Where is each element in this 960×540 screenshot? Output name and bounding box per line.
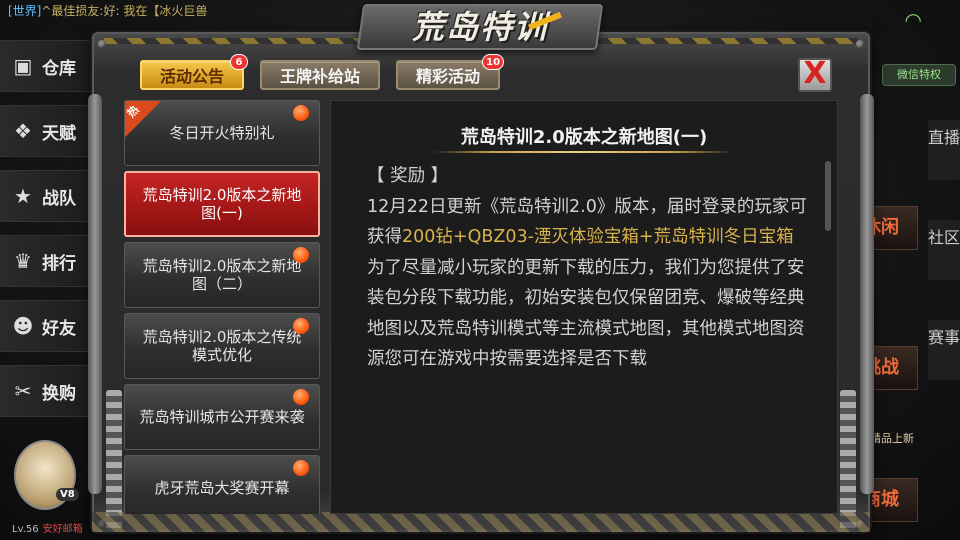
menu-label: 好友 bbox=[42, 318, 76, 339]
trophy-icon: ♛ bbox=[14, 249, 32, 273]
player-level: Lv.56 安好邮箱 bbox=[12, 520, 83, 535]
content-title: 荒岛特训2.0版本之新地图(一) bbox=[460, 127, 708, 148]
tab-live[interactable]: 直播 bbox=[928, 120, 960, 180]
status-text: 安好邮箱 bbox=[42, 524, 83, 535]
frame-pipe-right bbox=[860, 94, 874, 494]
download-paragraph: 为了尽量减小玩家的更新下载的压力，我们为您提供了安装包分段下载功能，初始安装包仅… bbox=[367, 257, 805, 370]
menu-label: 换购 bbox=[42, 383, 76, 404]
exchange-icon: ✂ bbox=[14, 379, 32, 403]
chat-text: ^最佳损友:好: 我在【冰火巨兽 bbox=[41, 4, 208, 18]
list-item[interactable]: 虎牙荒岛大奖赛开幕 bbox=[124, 455, 320, 514]
content-body: 【 奖励 】 12月22日更新《荒岛特训2.0》版本，届时登录的玩家可获得200… bbox=[367, 161, 807, 375]
tab-label: 王牌补给站 bbox=[280, 67, 361, 86]
section-heading: 【 奖励 】 bbox=[367, 166, 449, 186]
rivet bbox=[98, 40, 106, 48]
menu-label: 战队 bbox=[42, 188, 76, 209]
tab-badge: 6 bbox=[230, 54, 249, 70]
close-button[interactable]: X bbox=[798, 58, 832, 92]
new-dot-icon bbox=[293, 318, 309, 334]
list-item-label: 荒岛特训城市公开赛来袭 bbox=[139, 408, 305, 426]
hot-label: 热 bbox=[124, 103, 142, 121]
tab-label: 精彩活动 bbox=[416, 67, 481, 86]
tab-community[interactable]: 社区 bbox=[928, 220, 960, 280]
content-scrollbar[interactable] bbox=[825, 161, 831, 231]
chat-channel: [世界] bbox=[8, 4, 42, 18]
frame-bottom-bar bbox=[92, 512, 870, 532]
tab-featured-events[interactable]: 精彩活动 10 bbox=[396, 54, 505, 90]
panel-title: 荒岛特训 bbox=[411, 8, 548, 46]
panel-tabs: 活动公告 6 王牌补给站 精彩活动 10 bbox=[140, 54, 505, 90]
frame-spike-left bbox=[106, 390, 122, 530]
announcement-content[interactable]: 荒岛特训2.0版本之新地图(一) 【 奖励 】 12月22日更新《荒岛特训2.0… bbox=[330, 100, 838, 514]
rivet bbox=[856, 40, 864, 48]
list-item[interactable]: 荒岛特训2.0版本之新地图（二） bbox=[124, 242, 320, 308]
frame-pipe-left bbox=[88, 94, 102, 494]
announcement-list: 热 冬日开火特别礼 荒岛特训2.0版本之新地图(一) 荒岛特训2.0版本之新地图… bbox=[124, 100, 320, 514]
menu-label: 排行 bbox=[42, 253, 76, 274]
list-item-label: 荒岛特训2.0版本之新地图(一) bbox=[142, 186, 302, 222]
wechat-privilege-button[interactable]: 微信特权 bbox=[882, 64, 956, 86]
title-underline bbox=[433, 151, 733, 153]
list-item[interactable]: 荒岛特训2.0版本之新地图(一) bbox=[124, 171, 320, 237]
tab-supply-station[interactable]: 王牌补给站 bbox=[260, 60, 381, 90]
tab-events[interactable]: 赛事 bbox=[928, 320, 960, 380]
list-item-label: 虎牙荒岛大奖赛开幕 bbox=[154, 479, 290, 497]
tab-label: 活动公告 bbox=[160, 67, 225, 86]
new-dot-icon bbox=[293, 247, 309, 263]
friends-icon: ☻ bbox=[12, 314, 34, 338]
talent-icon: ❖ bbox=[14, 119, 32, 143]
list-item[interactable]: 热 冬日开火特别礼 bbox=[124, 100, 320, 166]
menu-label: 仓库 bbox=[42, 58, 76, 79]
reward-highlight: 200钻+QBZ03-湮灭体验宝箱+荒岛特训冬日宝箱 bbox=[402, 227, 794, 247]
reward-paragraph: 12月22日更新《荒岛特训2.0》版本，届时登录的玩家可获得200钻+QBZ03… bbox=[367, 192, 807, 253]
frame-spike-right bbox=[840, 390, 856, 530]
tab-announcements[interactable]: 活动公告 6 bbox=[140, 54, 249, 90]
list-item[interactable]: 荒岛特训城市公开赛来袭 bbox=[124, 384, 320, 450]
new-dot-icon bbox=[293, 460, 309, 476]
new-dot-icon bbox=[293, 389, 309, 405]
new-dot-icon bbox=[293, 105, 309, 121]
level-text: Lv.56 bbox=[12, 524, 39, 535]
list-item[interactable]: 荒岛特训2.0版本之传统模式优化 bbox=[124, 313, 320, 379]
vip-badge: V8 bbox=[56, 488, 79, 501]
wifi-icon: ◠ bbox=[904, 8, 922, 32]
team-icon: ★ bbox=[14, 184, 32, 208]
hot-corner-tag: 热 bbox=[125, 101, 161, 137]
tab-badge: 10 bbox=[482, 54, 505, 70]
new-arrivals-tag: 精品上新 bbox=[870, 432, 914, 445]
list-item-label: 荒岛特训2.0版本之新地图（二） bbox=[142, 257, 302, 293]
list-item-label: 荒岛特训2.0版本之传统模式优化 bbox=[142, 328, 302, 364]
backpack-icon: ▣ bbox=[13, 54, 33, 78]
list-item-label: 冬日开火特别礼 bbox=[169, 124, 275, 142]
menu-label: 天赋 bbox=[42, 123, 76, 144]
